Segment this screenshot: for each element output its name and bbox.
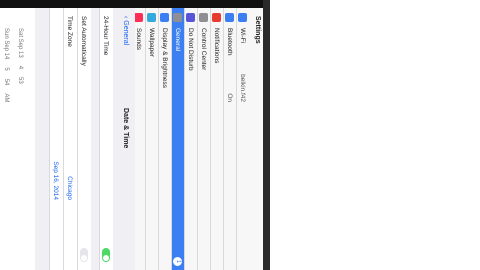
settings-item-icon xyxy=(147,13,156,22)
settings-list: Wi-Fi belkin.f42 Bluetooth On Notifications C… xyxy=(17,8,249,270)
set-automatically-toggle[interactable] xyxy=(80,248,88,262)
24-hour-toggle[interactable] xyxy=(102,248,110,262)
picker-hour: 4 xyxy=(17,65,23,70)
settings-item-icon xyxy=(186,13,195,22)
cell-label: Set Automatically xyxy=(80,16,87,66)
settings-item-icon xyxy=(199,13,208,22)
settings-item[interactable]: General 1 xyxy=(171,8,184,270)
settings-title: Settings xyxy=(254,16,261,44)
picker-hour: 5 xyxy=(3,67,9,71)
settings-item[interactable]: Control Center xyxy=(197,8,210,270)
settings-item-label: Wi-Fi xyxy=(239,28,246,44)
settings-item-icon xyxy=(225,13,234,22)
cell-date[interactable]: Sep 16, 2014 xyxy=(49,8,63,270)
picker-minute: 54 xyxy=(3,78,9,86)
settings-item-value: On xyxy=(226,93,233,102)
back-label: General xyxy=(122,20,129,46)
settings-item-label: Control Center xyxy=(200,28,207,71)
picker-day: Sat Sep 13 xyxy=(17,28,23,58)
picker-ampm: AM xyxy=(3,93,9,103)
page-title: Date & Time xyxy=(122,108,129,149)
time-zone-value: Chicago xyxy=(66,176,73,200)
settings-item[interactable]: Wallpaper xyxy=(145,8,158,270)
settings-item[interactable]: Wi-Fi belkin.f42 xyxy=(236,8,249,270)
date-time-detail-pane: ‹ General Date & Time 24-Hour Time Set A… xyxy=(0,8,135,270)
ipad-screen: Settings Wi-Fi belkin.f42 Bluetooth On Notif… xyxy=(0,0,270,270)
settings-item-label: Do Not Disturb xyxy=(187,28,194,71)
settings-item[interactable]: Display & Brightness xyxy=(158,8,171,270)
status-bar xyxy=(263,0,270,270)
picker-row[interactable]: Sat Sep 13 4 53 xyxy=(12,28,23,258)
picker-minute: 53 xyxy=(17,77,23,84)
settings-item-label: Display & Brightness xyxy=(161,28,168,88)
settings-item-label: Bluetooth xyxy=(226,28,233,56)
date-time-picker[interactable]: Sat Sep 13453Sun Sep 14554AMToday655PMTu… xyxy=(0,8,35,270)
settings-item-icon xyxy=(173,13,182,22)
settings-item-icon xyxy=(212,13,221,22)
settings-item-label: Notifications xyxy=(213,28,220,64)
settings-item-label: Wallpaper xyxy=(148,28,155,58)
back-button[interactable]: ‹ General xyxy=(122,16,129,45)
settings-item-icon xyxy=(160,13,169,22)
cell-label: Time Zone xyxy=(66,16,73,47)
settings-item-icon xyxy=(134,13,143,22)
picker-day: Sun Sep 14 xyxy=(3,28,9,60)
cell-label: 24-Hour Time xyxy=(102,16,109,56)
screenshot-canvas: Settings Wi-Fi belkin.f42 Bluetooth On Notif… xyxy=(0,0,480,270)
cell-24-hour-time[interactable]: 24-Hour Time xyxy=(99,8,113,270)
settings-item[interactable]: Do Not Disturb xyxy=(184,8,197,270)
device-bezel xyxy=(0,0,270,8)
settings-item[interactable]: Notifications xyxy=(210,8,223,270)
update-badge: 1 xyxy=(173,257,182,266)
settings-item-label: General xyxy=(174,28,181,52)
settings-item-label: Sounds xyxy=(135,28,142,51)
settings-master-pane: Settings Wi-Fi belkin.f42 Bluetooth On Notif… xyxy=(17,8,263,270)
settings-item-value: belkin.f42 xyxy=(239,74,246,102)
cell-time-zone[interactable]: Time Zone Chicago xyxy=(63,8,77,270)
cell-set-automatically[interactable]: Set Automatically xyxy=(77,8,91,270)
settings-item[interactable]: Bluetooth On xyxy=(223,8,236,270)
picker-row[interactable]: Sun Sep 14 5 54 AM xyxy=(0,28,9,258)
selected-date-value: Sep 16, 2014 xyxy=(52,161,59,200)
settings-item-icon xyxy=(238,13,247,22)
